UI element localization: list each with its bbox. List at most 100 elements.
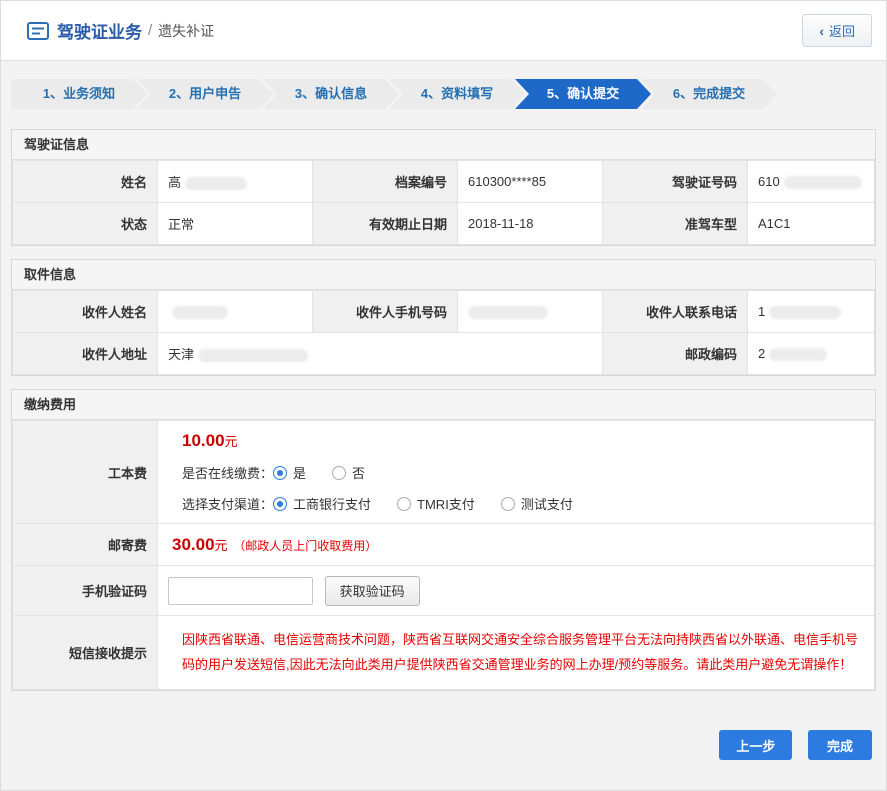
- sms-warning-text: 因陕西省联通、电信运营商技术问题，陕西省互联网交通安全综合服务管理平台无法向持陕…: [168, 616, 874, 689]
- field-label-postage-fee: 邮寄费: [13, 524, 158, 566]
- footer-actions: 上一步 完成: [11, 704, 876, 780]
- radio-channel-test[interactable]: 测试支付: [501, 494, 573, 513]
- field-value-recipient-name: [158, 291, 313, 333]
- redaction-blob: [769, 306, 841, 319]
- field-value-recipient-address: 天津: [158, 333, 603, 375]
- get-sms-code-button[interactable]: 获取验证码: [325, 576, 420, 606]
- field-label-sms-code: 手机验证码: [13, 566, 158, 616]
- field-value-postcode: 2: [748, 333, 875, 375]
- radio-online-no[interactable]: 否: [332, 463, 365, 482]
- field-value-vehicle-class: A1C1: [748, 203, 875, 245]
- field-value-file-number: 610300****85: [458, 161, 603, 203]
- radio-channel-tmri[interactable]: TMRI支付: [397, 494, 475, 513]
- step-tab-3[interactable]: 3、确认信息: [263, 79, 399, 109]
- field-value-status: 正常: [158, 203, 313, 245]
- radio-checked-icon: [273, 497, 287, 511]
- radio-unchecked-icon: [501, 497, 515, 511]
- radio-online-yes[interactable]: 是: [273, 463, 306, 482]
- table-row: 收件人地址 天津 邮政编码 2: [13, 333, 875, 375]
- radio-channel-icbc-label: 工商银行支付: [293, 494, 371, 513]
- field-label-file-number: 档案编号: [313, 161, 458, 203]
- radio-online-yes-label: 是: [293, 463, 306, 482]
- license-fee-amount: 10.00: [182, 431, 225, 450]
- radio-unchecked-icon: [397, 497, 411, 511]
- step-tab-6[interactable]: 6、完成提交: [641, 79, 777, 109]
- field-value-license-fee: 10.00元 是否在线缴费： 是 否: [158, 421, 875, 524]
- field-label-vehicle-class: 准驾车型: [603, 203, 748, 245]
- breadcrumb: 驾驶证业务 / 遗失补证: [27, 18, 214, 43]
- license-info-table: 姓名 高 档案编号 610300****85 驾驶证号码 610 状态 正常 有…: [12, 160, 875, 245]
- page-title: 驾驶证业务: [57, 18, 142, 43]
- redaction-blob: [784, 176, 862, 189]
- field-value-license-number: 610: [748, 161, 875, 203]
- back-button-label: 返回: [829, 21, 855, 40]
- field-label-license-fee: 工本费: [13, 421, 158, 524]
- page: 驾驶证业务 / 遗失补证 ‹ 返回 1、业务须知 2、用户申告 3、确认信息 4…: [0, 0, 887, 791]
- section-title-license: 驾驶证信息: [12, 130, 875, 160]
- step-tab-5-active[interactable]: 5、确认提交: [515, 79, 651, 109]
- field-label-expiry-date: 有效期止日期: [313, 203, 458, 245]
- table-row: 短信接收提示 因陕西省联通、电信运营商技术问题，陕西省互联网交通安全综合服务管理…: [13, 616, 875, 690]
- payment-channel-label: 选择支付渠道：: [182, 494, 273, 513]
- table-row: 状态 正常 有效期止日期 2018-11-18 准驾车型 A1C1: [13, 203, 875, 245]
- table-row: 姓名 高 档案编号 610300****85 驾驶证号码 610: [13, 161, 875, 203]
- license-form-icon: [27, 22, 49, 40]
- field-label-sms-notice: 短信接收提示: [13, 616, 158, 690]
- step-nav: 1、业务须知 2、用户申告 3、确认信息 4、资料填写 5、确认提交 6、完成提…: [11, 79, 876, 109]
- table-row: 邮寄费 30.00元 （邮政人员上门收取费用）: [13, 524, 875, 566]
- field-value-recipient-mobile: [458, 291, 603, 333]
- table-row: 收件人姓名 收件人手机号码 收件人联系电话 1: [13, 291, 875, 333]
- field-value-expiry-date: 2018-11-18: [458, 203, 603, 245]
- header: 驾驶证业务 / 遗失补证 ‹ 返回: [1, 1, 886, 61]
- back-button[interactable]: ‹ 返回: [802, 14, 872, 47]
- redaction-blob: [198, 349, 308, 362]
- payment-table: 工本费 10.00元 是否在线缴费： 是: [12, 420, 875, 690]
- field-label-name: 姓名: [13, 161, 158, 203]
- section-title-payment: 缴纳费用: [12, 390, 875, 420]
- breadcrumb-separator: /: [148, 22, 152, 39]
- radio-channel-icbc[interactable]: 工商银行支付: [273, 494, 371, 513]
- table-row: 手机验证码 获取验证码: [13, 566, 875, 616]
- redaction-blob: [172, 306, 228, 319]
- step-tab-2[interactable]: 2、用户申告: [137, 79, 273, 109]
- postage-fee-amount: 30.00: [172, 535, 215, 554]
- section-title-pickup: 取件信息: [12, 260, 875, 290]
- payment-channel-options: 选择支付渠道： 工商银行支付 TMRI支付: [182, 494, 874, 513]
- section-license-info: 驾驶证信息 姓名 高 档案编号 610300****85 驾驶证号码 610 状…: [11, 129, 876, 246]
- license-fee-price: 10.00元: [182, 431, 874, 451]
- postage-fee-unit: 元: [215, 538, 228, 553]
- redaction-blob: [185, 177, 247, 190]
- field-value-postage-fee: 30.00元 （邮政人员上门收取费用）: [158, 524, 875, 566]
- field-value-sms-code: 获取验证码: [158, 566, 875, 616]
- radio-channel-test-label: 测试支付: [521, 494, 573, 513]
- field-label-postcode: 邮政编码: [603, 333, 748, 375]
- section-pickup-info: 取件信息 收件人姓名 收件人手机号码 收件人联系电话 1 收件人地址: [11, 259, 876, 376]
- field-value-name: 高: [158, 161, 313, 203]
- field-value-sms-notice: 因陕西省联通、电信运营商技术问题，陕西省互联网交通安全综合服务管理平台无法向持陕…: [158, 616, 875, 690]
- field-label-recipient-phone: 收件人联系电话: [603, 291, 748, 333]
- section-payment: 缴纳费用 工本费 10.00元 是否在线缴费：: [11, 389, 876, 691]
- online-payment-label: 是否在线缴费：: [182, 463, 273, 482]
- field-label-recipient-mobile: 收件人手机号码: [313, 291, 458, 333]
- step-tab-1[interactable]: 1、业务须知: [11, 79, 147, 109]
- chevron-left-icon: ‹: [819, 23, 824, 39]
- breadcrumb-current: 遗失补证: [158, 21, 214, 41]
- radio-unchecked-icon: [332, 466, 346, 480]
- field-value-recipient-phone: 1: [748, 291, 875, 333]
- radio-checked-icon: [273, 466, 287, 480]
- main-content: 1、业务须知 2、用户申告 3、确认信息 4、资料填写 5、确认提交 6、完成提…: [1, 61, 886, 790]
- field-label-license-number: 驾驶证号码: [603, 161, 748, 203]
- field-label-recipient-name: 收件人姓名: [13, 291, 158, 333]
- redaction-blob: [468, 306, 548, 319]
- table-row: 工本费 10.00元 是否在线缴费： 是: [13, 421, 875, 524]
- online-payment-options: 是否在线缴费： 是 否: [182, 463, 874, 482]
- pickup-info-table: 收件人姓名 收件人手机号码 收件人联系电话 1 收件人地址 天津 邮政编码 2: [12, 290, 875, 375]
- postage-fee-note: （邮政人员上门收取费用）: [233, 539, 377, 553]
- step-tab-4[interactable]: 4、资料填写: [389, 79, 525, 109]
- license-fee-unit: 元: [225, 434, 238, 449]
- field-label-recipient-address: 收件人地址: [13, 333, 158, 375]
- sms-code-input[interactable]: [168, 577, 313, 605]
- radio-online-no-label: 否: [352, 463, 365, 482]
- radio-channel-tmri-label: TMRI支付: [417, 494, 475, 513]
- redaction-blob: [769, 348, 827, 361]
